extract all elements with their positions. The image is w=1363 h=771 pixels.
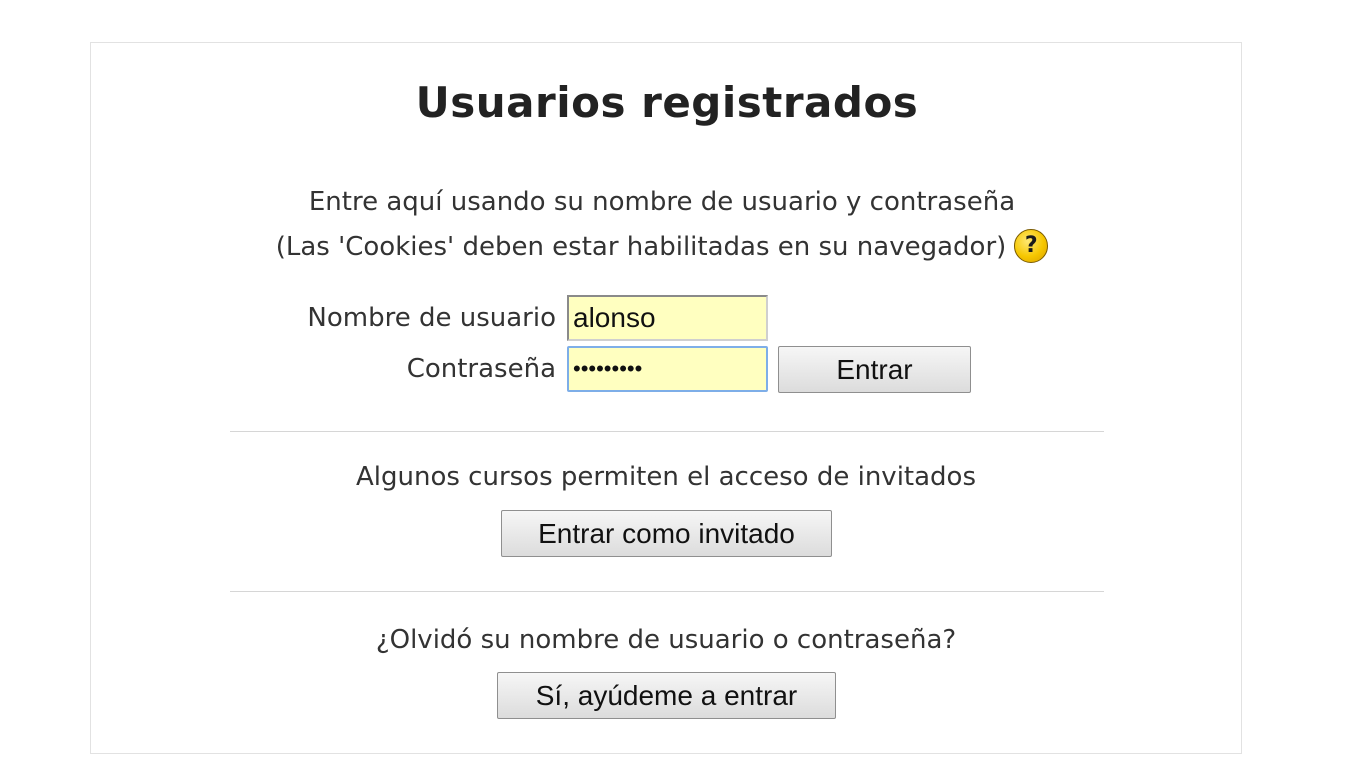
login-instructions: Entre aquí usando su nombre de usuario y… (308, 187, 1016, 217)
divider (230, 431, 1104, 432)
username-label: Nombre de usuario (307, 303, 556, 333)
username-field[interactable] (567, 295, 768, 341)
divider (230, 591, 1104, 592)
password-label: Contraseña (406, 354, 556, 384)
cookies-notice: (Las 'Cookies' deben estar habilitadas e… (0, 228, 1324, 265)
forgot-credentials-note: ¿Olvidó su nombre de usuario o contraseñ… (375, 625, 957, 655)
forgot-password-button[interactable]: Sí, ayúdeme a entrar (497, 672, 836, 719)
password-field[interactable] (567, 346, 768, 392)
page-title: Usuarios registrados (415, 78, 919, 127)
help-question-icon[interactable]: ? (1014, 228, 1049, 263)
login-button[interactable]: Entrar (778, 346, 971, 393)
guest-access-note: Algunos cursos permiten el acceso de inv… (355, 462, 976, 492)
guest-login-button[interactable]: Entrar como invitado (501, 510, 832, 557)
cookies-notice-text: (Las 'Cookies' deben estar habilitadas e… (275, 232, 1007, 262)
